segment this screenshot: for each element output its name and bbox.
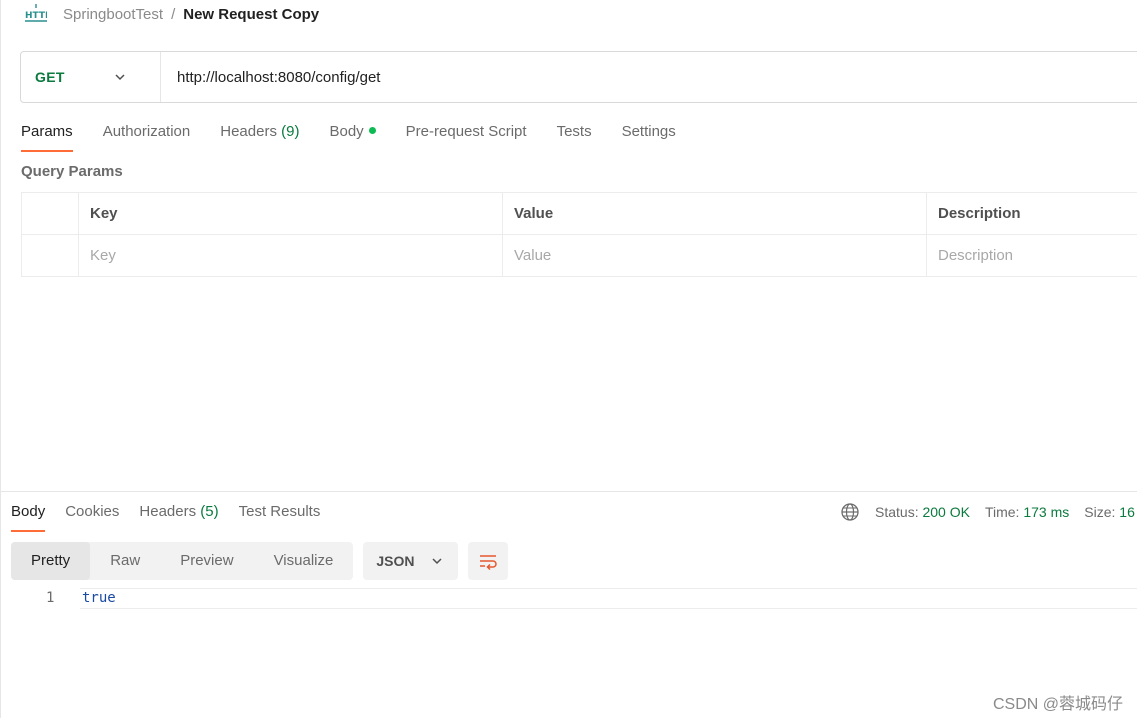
- response-tab-body[interactable]: Body: [11, 500, 46, 532]
- left-border: [0, 0, 1, 718]
- response-tab-test-results-label: Test Results: [238, 503, 321, 520]
- time-label: Time:: [984, 504, 1020, 520]
- code-line-highlight: [80, 588, 1137, 609]
- tab-authorization-label: Authorization: [102, 123, 191, 140]
- method-label: GET: [35, 69, 65, 85]
- tab-tests-label: Tests: [556, 123, 592, 140]
- status-label: Status:: [875, 504, 919, 520]
- wrap-lines-button[interactable]: [468, 542, 509, 580]
- tab-tests[interactable]: Tests: [557, 120, 592, 152]
- status-code[interactable]: Status: 200 OK: [875, 504, 970, 520]
- tab-headers[interactable]: Headers (9): [220, 120, 299, 152]
- method-selector[interactable]: GET: [21, 52, 161, 102]
- description-input[interactable]: Description: [927, 235, 1137, 276]
- response-tab-test-results[interactable]: Test Results: [239, 500, 321, 532]
- request-tabs: Params Authorization Headers (9) Body Pr…: [21, 120, 706, 154]
- request-name[interactable]: New Request Copy: [183, 6, 319, 23]
- tab-settings-label: Settings: [621, 123, 676, 140]
- line-number: 1: [46, 590, 55, 606]
- tab-headers-label: Headers: [220, 123, 277, 140]
- column-header-description: Description: [938, 205, 1021, 222]
- format-label: JSON: [376, 553, 415, 569]
- response-tab-cookies-label: Cookies: [65, 503, 120, 520]
- response-time[interactable]: Time: 173 ms: [985, 504, 1069, 520]
- table-header-row: Key Value Description: [22, 193, 1137, 235]
- tab-body[interactable]: Body: [329, 120, 376, 152]
- format-select[interactable]: JSON: [363, 542, 459, 580]
- response-tabs: Body Cookies Headers (5) Test Results: [11, 500, 340, 532]
- size-label: Size:: [1084, 504, 1116, 520]
- globe-icon[interactable]: [840, 502, 860, 522]
- response-tab-headers-label: Headers: [139, 503, 197, 520]
- table-header-select: [22, 193, 79, 234]
- tab-pre-request-script[interactable]: Pre-request Script: [406, 120, 527, 152]
- response-status: Status: 200 OK Time: 173 ms Size: 16: [840, 502, 1137, 522]
- table-row: Key Value Description: [22, 235, 1137, 277]
- tab-settings[interactable]: Settings: [622, 120, 676, 152]
- time-value: 173 ms: [1023, 504, 1070, 520]
- value-input[interactable]: Value: [503, 235, 927, 276]
- key-input[interactable]: Key: [79, 235, 503, 276]
- column-header-value: Value: [503, 193, 927, 234]
- request-url-bar: GET: [20, 51, 1137, 103]
- size-value: 16: [1119, 504, 1135, 520]
- green-dot-icon: [368, 126, 376, 134]
- tab-pre-request-script-label: Pre-request Script: [405, 123, 527, 140]
- breadcrumb-collection[interactable]: SpringbootTest: [63, 6, 163, 23]
- chevron-down-icon: [115, 74, 125, 81]
- breadcrumb: HTTP SpringbootTest / New Request Copy: [25, 3, 319, 25]
- view-preview-button[interactable]: Preview: [160, 542, 253, 580]
- tab-authorization[interactable]: Authorization: [103, 120, 191, 152]
- tab-params[interactable]: Params: [21, 120, 73, 152]
- tab-params-label: Params: [21, 123, 73, 140]
- response-headers-count: (5): [200, 503, 219, 520]
- view-visualize-button[interactable]: Visualize: [254, 542, 354, 580]
- svg-text:HTTP: HTTP: [25, 11, 47, 21]
- http-icon: HTTP: [25, 4, 47, 24]
- url-input[interactable]: [161, 52, 1137, 102]
- headers-count: (9): [281, 123, 300, 140]
- tab-body-label: Body: [329, 123, 364, 140]
- status-value: 200 OK: [922, 504, 970, 520]
- response-body-editor[interactable]: 1 true: [0, 588, 1137, 610]
- view-pretty-button[interactable]: Pretty: [11, 542, 91, 580]
- response-tab-headers[interactable]: Headers (5): [139, 500, 218, 532]
- response-view-bar: Pretty Raw Preview Visualize JSON: [11, 542, 509, 580]
- query-params-table: Key Value Description Key Value Descript…: [21, 192, 1137, 277]
- response-tab-cookies[interactable]: Cookies: [65, 500, 119, 532]
- breadcrumb-separator: /: [171, 5, 176, 23]
- response-tab-body-label: Body: [11, 503, 46, 520]
- row-select-cell: [22, 235, 79, 276]
- response-divider[interactable]: [0, 491, 1137, 492]
- response-body-text[interactable]: true: [82, 590, 116, 606]
- response-size[interactable]: Size: 16: [1084, 504, 1135, 520]
- column-header-key: Key: [79, 193, 503, 234]
- watermark: CSDN @蓉城码仔: [992, 696, 1123, 713]
- wrap-lines-icon: [480, 555, 498, 571]
- view-raw-button[interactable]: Raw: [90, 542, 160, 580]
- query-params-title: Query Params: [21, 163, 123, 180]
- chevron-down-icon: [432, 558, 442, 565]
- view-mode-toggle: Pretty Raw Preview Visualize: [11, 542, 354, 580]
